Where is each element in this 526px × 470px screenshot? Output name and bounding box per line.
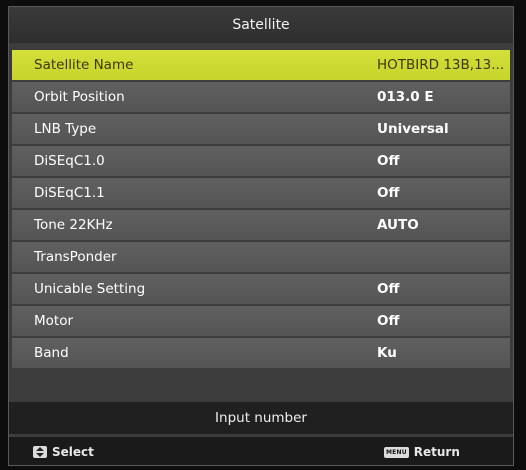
setting-value: Ku [377, 345, 397, 361]
setting-row-transponder[interactable]: TransPonder [12, 242, 510, 272]
menu-title-bar: Satellite [9, 7, 513, 43]
setting-label: Orbit Position [34, 89, 125, 105]
setting-row-diseqc-1-0[interactable]: DiSEqC1.0 Off [12, 146, 510, 176]
setting-label: LNB Type [34, 121, 97, 137]
setting-value: Off [377, 185, 400, 201]
setting-label: Motor [34, 313, 74, 329]
setting-value: Universal [377, 121, 449, 137]
setting-value: Off [377, 281, 400, 297]
setting-row-unicable-setting[interactable]: Unicable Setting Off [12, 274, 510, 304]
page-title: Satellite [232, 17, 290, 33]
setting-value: HOTBIRD 13B,13... [377, 57, 505, 73]
setting-row-motor[interactable]: Motor Off [12, 306, 510, 336]
setting-value: 013.0 E [377, 89, 434, 105]
setting-label: Unicable Setting [34, 281, 146, 297]
key-legend-footer: Select MENU Return [9, 437, 513, 465]
setting-row-orbit-position[interactable]: Orbit Position 013.0 E [12, 82, 510, 112]
menu-key-icon: MENU [384, 446, 409, 458]
setting-label: DiSEqC1.0 [34, 153, 105, 169]
setting-row-tone-22khz[interactable]: Tone 22KHz AUTO [12, 210, 510, 240]
input-hint-bar: Input number [9, 402, 513, 434]
setting-label: Satellite Name [34, 57, 134, 73]
settings-list: Satellite Name HOTBIRD 13B,13... Orbit P… [12, 50, 510, 370]
setting-label: TransPonder [34, 249, 117, 265]
tv-screen: Satellite Satellite Name HOTBIRD 13B,13.… [0, 0, 526, 470]
setting-label: Tone 22KHz [34, 217, 113, 233]
return-label: Return [413, 445, 460, 459]
input-hint-text: Input number [215, 410, 307, 426]
select-label: Select [52, 445, 94, 459]
select-key-hint: Select [33, 445, 94, 459]
setting-label: Band [34, 345, 69, 361]
setting-row-band[interactable]: Band Ku [12, 338, 510, 368]
up-down-arrows-icon [33, 446, 47, 458]
setting-row-satellite-name[interactable]: Satellite Name HOTBIRD 13B,13... [12, 50, 510, 80]
setting-value: AUTO [377, 217, 419, 233]
setting-value: Off [377, 313, 400, 329]
return-key-hint: MENU Return [384, 445, 460, 459]
setting-value: Off [377, 153, 400, 169]
setting-label: DiSEqC1.1 [34, 185, 105, 201]
setting-row-lnb-type[interactable]: LNB Type Universal [12, 114, 510, 144]
satellite-menu-panel: Satellite Satellite Name HOTBIRD 13B,13.… [8, 6, 514, 466]
setting-row-diseqc-1-1[interactable]: DiSEqC1.1 Off [12, 178, 510, 208]
